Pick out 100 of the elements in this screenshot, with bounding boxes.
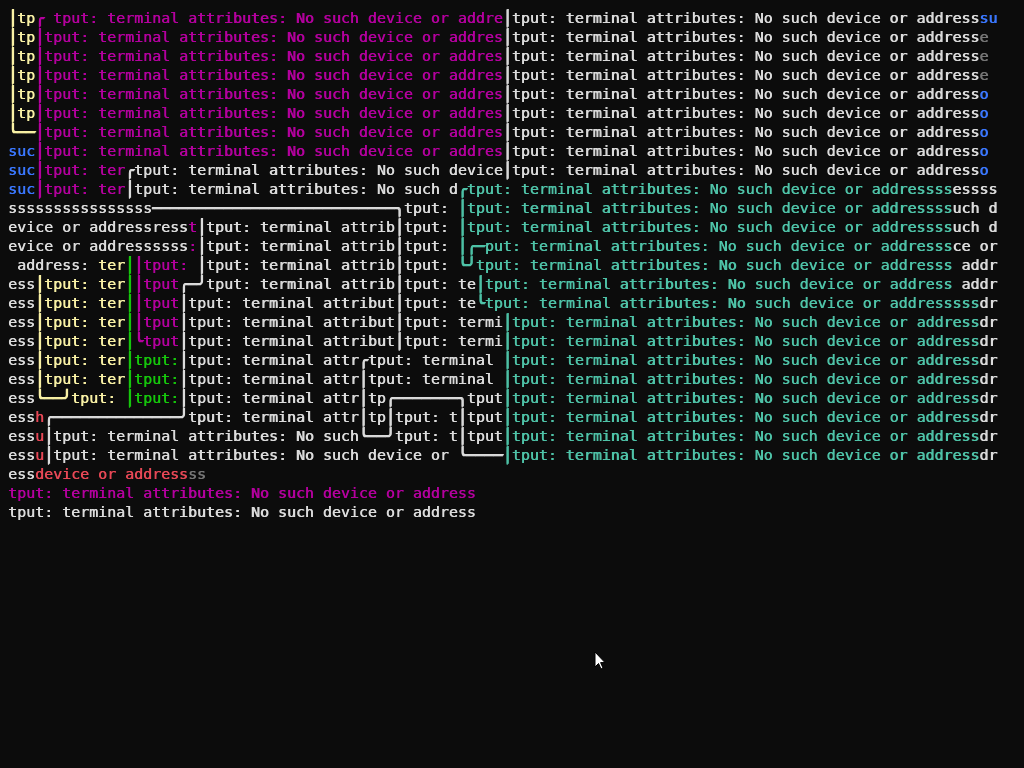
border-line: │ [502, 408, 512, 426]
border-line: │ [502, 351, 512, 369]
terminal-text: tput: [403, 237, 450, 255]
border-line: │ [124, 294, 134, 312]
border-line: │ [124, 370, 134, 388]
border-line: │ [124, 256, 134, 274]
terminal-text: tp [17, 47, 35, 65]
border-line: │ [8, 85, 17, 103]
border-line: │ [502, 370, 512, 388]
terminal-text: tput: [70, 389, 116, 407]
terminal-text: tput: terminal attributes: No such device or addres [44, 28, 503, 46]
terminal-text: e [979, 28, 989, 46]
terminal-text: tput: terminal attributes: No such device or address [511, 28, 980, 46]
border-line: ╰ [133, 332, 143, 350]
border-line: │ [502, 332, 512, 350]
terminal-text: ter [97, 256, 125, 274]
border-line: │ [133, 256, 143, 274]
terminal-text: h [35, 408, 44, 426]
terminal-text: e [979, 66, 989, 84]
terminal-text: tput: t [394, 427, 458, 445]
border-line: │ [35, 332, 44, 350]
terminal-text: essss [952, 180, 998, 198]
border-line: │ [35, 294, 44, 312]
terminal-text: dr [979, 389, 998, 407]
terminal-text: tput: terminal attributes: No such device or address [511, 427, 980, 445]
border-line: │╭─ [457, 237, 485, 255]
border-line: ╭─╯ [178, 275, 206, 293]
border-line: │ [502, 66, 512, 84]
terminal-text: tput [142, 332, 179, 350]
border-line: ╰╯ [457, 256, 476, 274]
terminal-text: tput: terminal attribut [187, 294, 395, 312]
terminal-text: tput: terminal attr [187, 389, 359, 407]
terminal-text: tput [466, 408, 503, 426]
terminal-text: address: [16, 256, 90, 274]
terminal-text: tput: ter [44, 313, 125, 331]
terminal-text: o [979, 85, 989, 103]
terminal-text: device or address [35, 465, 188, 483]
terminal-text: tput: terminal attributes: No such device or [53, 446, 450, 464]
border-line: │ [133, 275, 143, 293]
terminal-text: dr [979, 313, 998, 331]
border-line: │ [124, 180, 134, 198]
terminal-text: dr [979, 332, 998, 350]
border-line: │ [502, 161, 512, 179]
terminal-text: tput: [133, 370, 179, 388]
terminal-text: tput: terminal attributes: No such device or address [511, 389, 980, 407]
terminal-text: dr [979, 370, 998, 388]
terminal-text: su [979, 9, 998, 27]
terminal-text: tput [142, 294, 179, 312]
border-line: │ [358, 408, 368, 426]
terminal-text: ce or [952, 237, 998, 255]
terminal-text: tput: t [394, 408, 458, 426]
border-line: │ [502, 142, 512, 160]
border-line: ╰──── [457, 446, 503, 464]
border-line: │ [385, 408, 395, 426]
border-line: │ [502, 313, 512, 331]
terminal-text: tput: terminal attributes: No such [53, 427, 359, 445]
terminal-text: tp [367, 389, 386, 407]
terminal-text: ess [8, 408, 35, 426]
terminal-text: tput: terminal attributes: No such device or addresss [475, 256, 953, 274]
terminal-text: uch d [952, 199, 998, 217]
terminal-text: : [187, 237, 197, 255]
terminal-text: tput: terminal attributes: No such device or address [8, 503, 476, 521]
terminal-text: evice or addressress [8, 218, 188, 236]
terminal-text: tput: [142, 256, 188, 274]
terminal-text: tput: [403, 199, 450, 217]
terminal-text: tput: terminal attributes: No such device or addres [44, 142, 503, 160]
terminal-text: suc [8, 161, 35, 179]
border-line: │ [44, 446, 53, 464]
border-line: │ [457, 408, 467, 426]
terminal-text: tput: terminal attributes: No such device or addressss [466, 199, 953, 217]
terminal-text: tput: [403, 256, 450, 274]
terminal-text: tp [17, 66, 35, 84]
border-line: ╭───────╮ [385, 389, 467, 407]
terminal-text: tput: ter [44, 275, 125, 293]
terminal-text: u [35, 427, 44, 445]
border-line: ╰──╯ [35, 389, 71, 407]
terminal-text: tput: terminal attributes: No such device or address [511, 408, 980, 426]
border-line: │ [196, 218, 206, 236]
terminal-text: tput: terminal attributes: No such device or addres [44, 85, 503, 103]
terminal-text: ess [8, 446, 35, 464]
terminal-text: tput: [133, 351, 179, 369]
border-line: │ [8, 104, 17, 122]
terminal-text: tput: terminal attributes: No such device or address [511, 104, 980, 122]
terminal-text: tput: terminal attributes: No such device or address [511, 332, 980, 350]
terminal-text: dr [979, 427, 998, 445]
terminal-text: dr [979, 446, 998, 464]
terminal-text: tput: termi [403, 313, 503, 331]
border-line: │ [196, 256, 206, 274]
border-line: │ [133, 313, 143, 331]
mouse-pointer-icon [594, 651, 606, 670]
border-line: │ [35, 313, 44, 331]
border-line: │ [124, 332, 134, 350]
border-line: │ [457, 427, 467, 445]
terminal-text: tput: ter [44, 294, 125, 312]
terminal-text: tput: terminal attribut [187, 332, 395, 350]
terminal-text: t [187, 218, 197, 236]
border-line: │ [358, 370, 368, 388]
border-line: │ [502, 123, 512, 141]
border-line: │ [35, 370, 44, 388]
terminal-text: tput: terminal attributes: No such device or address [511, 351, 980, 369]
